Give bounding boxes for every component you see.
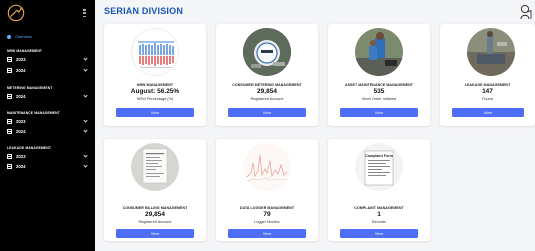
sidebar-item-nrw-2023[interactable]: 2023 [7,56,88,62]
year-label: 2024 [16,129,26,134]
maintenance-photo-thumbnail [355,28,403,76]
sidebar-item-leakage-2023[interactable]: 2023 [7,153,88,159]
year-label: 2023 [16,154,26,159]
chevron-down-icon [83,67,88,72]
calendar-icon [7,164,12,169]
sidebar-item-maintenance-2024[interactable]: 2024 [7,128,88,134]
view-button-leakage[interactable]: View [452,108,524,117]
calendar-icon [7,68,12,73]
calendar-icon [7,119,12,124]
view-button-data-logger[interactable]: View [228,229,306,238]
sidebar-item-nrw-2024[interactable]: 2024 [7,67,88,73]
card-value: August: 56.25% [130,88,180,95]
chevron-down-icon [83,56,88,61]
calendar-icon [7,154,12,159]
card-title: COMPLAINT MANAGEMENT [354,206,404,210]
section-title-maintenance: MAINTENANCE MANAGEMENT [7,111,60,115]
calendar-icon [7,94,12,99]
card-subtitle: Work Order Initiated [362,97,396,101]
view-button-nrw[interactable]: View [116,108,194,117]
complaint-form-heading: Complaint Form [365,154,393,158]
year-label: 2023 [16,57,26,62]
view-button-asset-maintenance[interactable]: View [340,108,418,117]
calendar-icon [7,57,12,62]
view-button-consumer-billing[interactable]: View [116,229,194,238]
card-nrw-management: NRW MANAGEMENT August: 56.25% NRW Percen… [104,24,206,126]
card-consumer-metering: CONSUMER METERING MANAGEMENT 29,854 Regi… [216,24,318,126]
card-subtitle: NRW Percentage (%) [136,97,174,101]
card-subtitle: Logger Monitor [254,220,280,224]
card-subtitle: Records [371,220,387,224]
leakage-photo-thumbnail [467,28,515,76]
year-label: 2024 [16,164,26,169]
card-subtitle: Registered Account [138,220,172,224]
card-value: 147 [482,88,493,95]
card-leakage-management: LEAKAGE MANAGEMENT 147 Found View [440,24,535,126]
nrw-chart-thumbnail [131,28,179,76]
card-complaint-management: Complaint Form COMPLAINT MANAGEMENT 1 Re… [328,139,430,241]
card-value: 29,854 [145,211,165,218]
chevron-down-icon [83,153,88,158]
company-logo[interactable] [7,4,25,22]
view-button-consumer-metering[interactable]: View [228,108,306,117]
sidebar-item-metering-2024[interactable]: 2024 [7,93,88,99]
card-title: NRW MANAGEMENT [136,83,174,87]
sidebar-item-maintenance-2023[interactable]: 2023 [7,118,88,124]
card-data-logger: DATA LOGGER MANAGEMENT 79 Logger Monitor… [216,139,318,241]
view-button-complaint[interactable]: View [340,229,418,238]
sidebar-item-overview[interactable]: Overview [7,34,32,39]
card-title: ASSET MAINTENANCE MANAGEMENT [344,83,414,87]
year-label: 2023 [16,119,26,124]
chevron-down-icon [83,128,88,133]
card-consumer-billing: CONSUMER BILLING MANAGEMENT 29,854 Regis… [104,139,206,241]
card-value: 535 [373,88,385,95]
card-value: 79 [263,211,271,218]
year-label: 2024 [16,94,26,99]
card-value: 1 [377,211,381,218]
chevron-down-icon [83,118,88,123]
card-asset-maintenance: ASSET MAINTENANCE MANAGEMENT 535 Work Or… [328,24,430,126]
user-profile-icon[interactable] [520,4,532,20]
billing-photo-thumbnail [131,143,179,191]
section-title-nrw: NRW MANAGEMENT [7,49,43,53]
overview-icon [7,34,11,39]
complaint-form-thumbnail: Complaint Form [355,143,403,191]
chevron-down-icon [83,93,88,98]
card-title: LEAKAGE MANAGEMENT [464,83,511,87]
page-title: SERIAN DIVISION [104,6,184,16]
card-value: 29,854 [257,88,277,95]
section-title-metering: METERING MANAGEMENT [7,86,53,90]
card-title: CONSUMER METERING MANAGEMENT [232,83,302,87]
logger-chart-thumbnail [243,143,291,191]
sidebar: Overview NRW MANAGEMENT 2023 2024 METERI… [0,0,95,251]
sidebar-item-leakage-2024[interactable]: 2024 [7,163,88,169]
meter-photo-thumbnail [243,28,291,76]
card-subtitle: Registered Account [250,97,284,101]
menu-toggle-icon[interactable] [83,9,86,17]
year-label: 2024 [16,68,26,73]
chevron-down-icon [83,163,88,168]
card-title: DATA LOGGER MANAGEMENT [239,206,295,210]
card-title: CONSUMER BILLING MANAGEMENT [122,206,188,210]
sidebar-item-label: Overview [15,34,32,39]
card-subtitle: Found [482,97,493,101]
section-title-leakage: LEAKAGE MANAGEMENT [7,146,51,150]
calendar-icon [7,129,12,134]
